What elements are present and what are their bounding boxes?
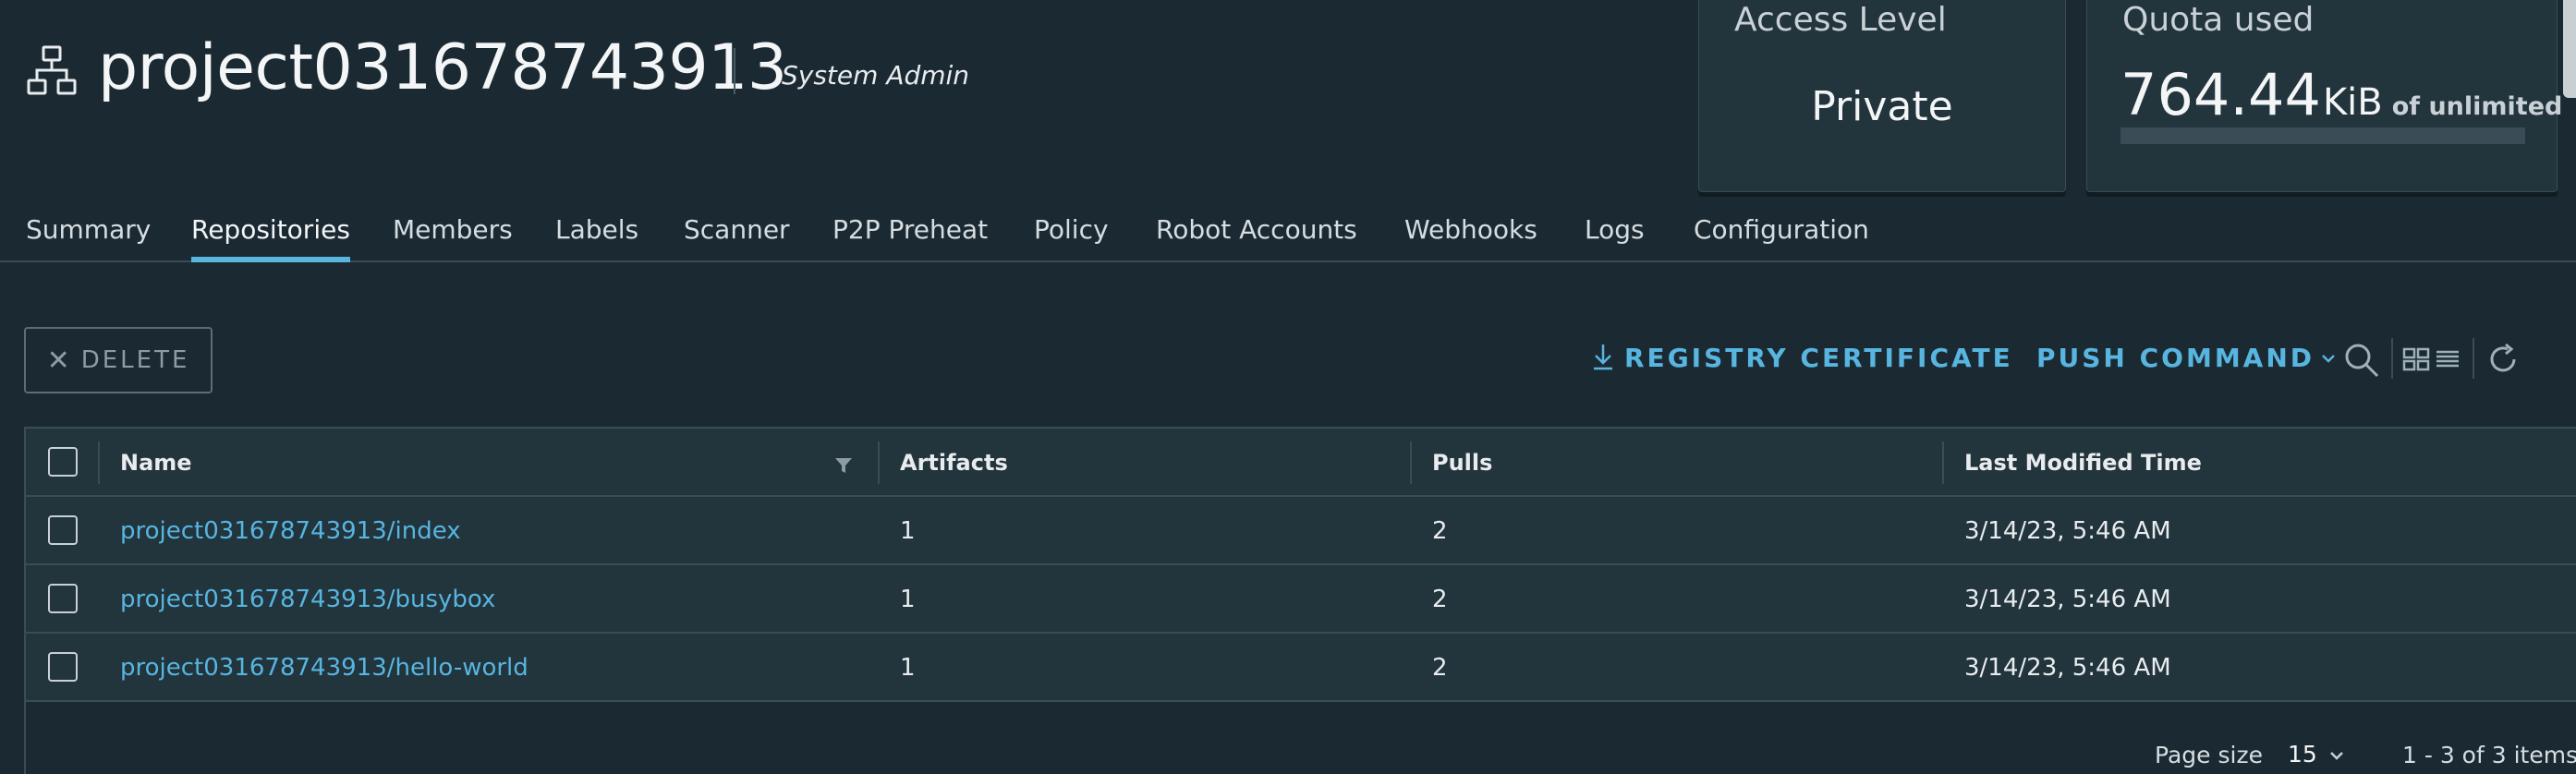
row-checkbox[interactable] (48, 652, 78, 682)
last-modified-time: 3/14/23, 5:46 AM (1964, 586, 2171, 613)
column-header-pulls[interactable]: Pulls (1432, 429, 1492, 497)
quota-usage: 764.44KiB of unlimited (2120, 61, 2562, 128)
access-level-value: Private (1811, 83, 1953, 130)
tab-configuration[interactable]: Configuration (1694, 209, 1869, 251)
pagination-info: 1 - 3 of 3 items (2402, 742, 2576, 768)
toolbar-divider (2391, 338, 2393, 379)
project-title: project031678743913 (98, 31, 787, 104)
artifacts-count: 1 (900, 654, 916, 682)
row-checkbox[interactable] (48, 515, 78, 545)
page-scrollbar[interactable] (2563, 0, 2576, 98)
repository-name-link[interactable]: project031678743913/hello-world (120, 634, 529, 702)
chevron-down-icon (2330, 752, 2343, 760)
tab-policy[interactable]: Policy (1034, 209, 1109, 251)
tab-summary[interactable]: Summary (26, 209, 151, 251)
delete-label: DELETE (80, 346, 190, 374)
search-icon[interactable] (2343, 342, 2380, 379)
quota-card: Quota used 764.44KiB of unlimited (2086, 0, 2562, 192)
quota-unit: KiB (2322, 81, 2383, 124)
list-view-icon[interactable] (2434, 345, 2461, 373)
pulls-count: 2 (1432, 654, 1448, 682)
tab-robot-accounts[interactable]: Robot Accounts (1156, 209, 1357, 251)
quota-progress-bar (2120, 127, 2525, 144)
access-level-label: Access Level (1734, 1, 1947, 39)
select-all-checkbox[interactable] (48, 447, 78, 477)
registry-certificate-button[interactable]: REGISTRY CERTIFICATE (1591, 340, 2013, 377)
tab-labels[interactable]: Labels (555, 209, 638, 251)
quota-label: Quota used (2122, 1, 2315, 39)
repository-name-link[interactable]: project031678743913/index (120, 497, 461, 565)
table-row: project031678743913/index 1 2 3/14/23, 5… (26, 497, 2576, 565)
repository-name-link[interactable]: project031678743913/busybox (120, 565, 495, 634)
title-divider (734, 48, 735, 94)
repositories-table: Name Artifacts Pulls Last Modified Time … (24, 427, 2576, 774)
tab-webhooks[interactable]: Webhooks (1404, 209, 1537, 251)
close-icon: ✕ (46, 344, 70, 377)
quota-amount: 764.44 (2120, 61, 2321, 128)
row-checkbox[interactable] (48, 584, 78, 613)
last-modified-time: 3/14/23, 5:46 AM (1964, 654, 2171, 682)
push-command-label: PUSH COMMAND (2036, 343, 2315, 373)
column-divider (1410, 441, 1412, 484)
pulls-count: 2 (1432, 586, 1448, 613)
table-row: project031678743913/busybox 1 2 3/14/23,… (26, 565, 2576, 634)
project-tabs: Summary Repositories Members Labels Scan… (0, 209, 2576, 262)
filter-icon[interactable] (833, 456, 854, 475)
tab-p2p-preheat[interactable]: P2P Preheat (832, 209, 988, 251)
download-icon (1594, 345, 1612, 370)
tab-members[interactable]: Members (393, 209, 513, 251)
page-size-value: 15 (2288, 741, 2317, 768)
page-size-label: Page size (2155, 742, 2263, 768)
tab-repositories[interactable]: Repositories (191, 209, 350, 262)
page-size-select[interactable]: 15 (2277, 739, 2356, 774)
column-divider (98, 441, 100, 484)
tab-logs[interactable]: Logs (1585, 209, 1645, 251)
project-hierarchy-icon (27, 45, 77, 95)
artifacts-count: 1 (900, 517, 916, 545)
column-header-name[interactable]: Name (120, 429, 192, 497)
tab-scanner[interactable]: Scanner (684, 209, 790, 251)
user-role: System Admin (782, 60, 970, 91)
column-divider (1942, 441, 1944, 484)
registry-certificate-label: REGISTRY CERTIFICATE (1624, 343, 2013, 373)
column-divider (878, 441, 880, 484)
pulls-count: 2 (1432, 517, 1448, 545)
quota-suffix: of unlimited (2391, 92, 2563, 121)
refresh-icon[interactable] (2485, 342, 2521, 377)
access-level-card: Access Level Private (1698, 0, 2066, 192)
chevron-down-icon (2322, 355, 2335, 363)
column-header-last-modified[interactable]: Last Modified Time (1964, 429, 2202, 497)
delete-button[interactable]: ✕ DELETE (24, 327, 213, 393)
push-command-dropdown[interactable]: PUSH COMMAND (2036, 340, 2337, 377)
table-header: Name Artifacts Pulls Last Modified Time (26, 429, 2576, 497)
column-header-artifacts[interactable]: Artifacts (900, 429, 1008, 497)
table-footer: Page size 15 1 - 3 of 3 items (26, 704, 2576, 774)
card-view-icon[interactable] (2402, 345, 2430, 373)
artifacts-count: 1 (900, 586, 916, 613)
table-row: project031678743913/hello-world 1 2 3/14… (26, 634, 2576, 702)
last-modified-time: 3/14/23, 5:46 AM (1964, 517, 2171, 545)
toolbar-divider (2473, 338, 2474, 379)
